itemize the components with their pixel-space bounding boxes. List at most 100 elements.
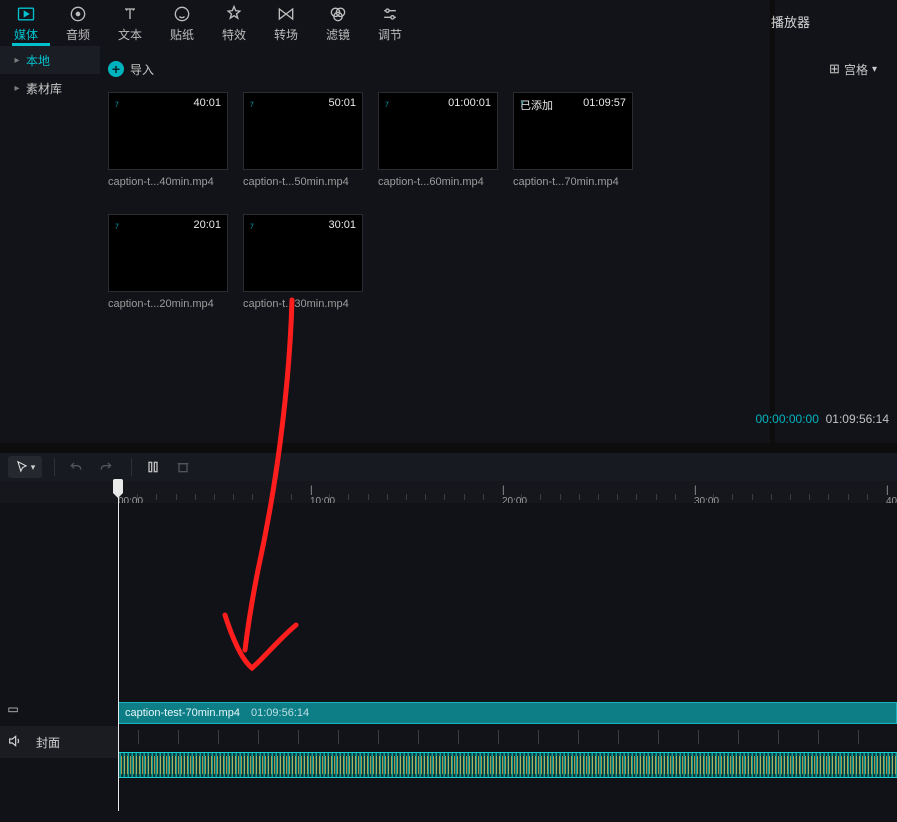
tab-effect[interactable]: 特效 [208, 0, 260, 46]
redo-button[interactable] [93, 456, 119, 478]
media-filename: caption-t...70min.mp4 [513, 176, 633, 188]
sidenav-label: 素材库 [26, 80, 62, 97]
tab-text[interactable]: 文本 [104, 0, 156, 46]
media-thumbnail[interactable]: ⁊ 50:01 [243, 92, 363, 170]
tab-sticker[interactable]: 贴纸 [156, 0, 208, 46]
ruler-minor-tick [713, 494, 714, 500]
ruler-minor-tick [752, 494, 753, 500]
separator [131, 458, 132, 476]
media-card[interactable]: ⁊ 30:01 caption-t...30min.mp4 [243, 214, 363, 310]
media-card[interactable]: ⁊已添加01:09:57caption-t...70min.mp4 [513, 92, 633, 188]
media-card[interactable]: ⁊40:01caption-t...40min.mp4 [108, 92, 228, 188]
view-mode-label: 宫格 [844, 61, 868, 78]
media-thumbnail[interactable]: ⁊20:01 [108, 214, 228, 292]
undo-button[interactable] [63, 456, 89, 478]
media-thumbnail[interactable]: ⁊已添加01:09:57 [513, 92, 633, 170]
playhead-handle[interactable] [113, 479, 123, 493]
ruler-minor-tick [848, 494, 849, 500]
ruler-minor-tick [156, 494, 157, 500]
media-filename: caption-t...30min.mp4 [243, 298, 363, 310]
clip-corner-icon: ⁊ [249, 99, 257, 107]
tab-transition[interactable]: 转场 [260, 0, 312, 46]
player-title: 播放器 [771, 12, 881, 31]
media-card[interactable]: ⁊ 50:01 caption-t...50min.mp4 [243, 92, 363, 188]
media-duration: 50:01 [328, 97, 356, 109]
ruler-minor-tick [406, 494, 407, 500]
ruler-minor-tick [867, 494, 868, 500]
separator [54, 458, 55, 476]
ruler-minor-tick [425, 494, 426, 500]
clip-name: caption-test-70min.mp4 [125, 707, 240, 719]
ruler-minor-tick [291, 494, 292, 500]
chevron-down-icon: ▾ [31, 462, 36, 473]
media-duration: 01:09:57 [583, 97, 626, 109]
chevron-right-icon: ▸ [12, 55, 22, 66]
tab-label: 媒体 [14, 26, 38, 43]
tab-label: 特效 [222, 26, 246, 43]
tab-filter[interactable]: 滤镜 [312, 0, 364, 46]
tab-audio[interactable]: 音频 [52, 0, 104, 46]
ruler-minor-tick [252, 494, 253, 500]
mute-icon[interactable] [0, 733, 30, 752]
player-tc-current: 00:00:00:00 [756, 412, 819, 426]
media-filename: caption-t...50min.mp4 [243, 176, 363, 188]
tab-label: 调节 [378, 26, 402, 43]
ruler-minor-tick [598, 494, 599, 500]
cursor-tool-button[interactable]: ▾ [8, 456, 42, 478]
clip-duration: 01:09:56:14 [251, 707, 309, 719]
grid-icon: ⊞ [829, 61, 838, 77]
ruler-minor-tick [790, 494, 791, 500]
ruler-minor-tick [828, 494, 829, 500]
clip-corner-icon: ⁊ [249, 221, 257, 229]
ruler-minor-tick [617, 494, 618, 500]
media-duration: 01:00:01 [448, 97, 491, 109]
added-badge: 已添加 [520, 97, 553, 113]
import-add-button[interactable]: + [108, 61, 124, 77]
chevron-down-icon: ▾ [872, 64, 877, 75]
audio-clip[interactable] [118, 752, 897, 778]
tab-adjust[interactable]: 调节 [364, 0, 416, 46]
tab-media[interactable]: 媒体 [0, 0, 52, 46]
tab-label: 滤镜 [326, 26, 350, 43]
ruler-minor-tick [272, 494, 273, 500]
cover-button[interactable]: 封面 [36, 734, 60, 751]
ruler-minor-tick [464, 494, 465, 500]
timeline-ruler[interactable]: | 00:00| 10:00| 20:00| 30:00| 40:00 [0, 481, 897, 503]
ruler-minor-tick [636, 494, 637, 500]
sidenav-label: 本地 [26, 52, 50, 69]
tab-label: 贴纸 [170, 26, 194, 43]
media-duration: 30:01 [328, 219, 356, 231]
split-button[interactable] [140, 456, 166, 478]
playhead[interactable] [118, 481, 119, 811]
frame-icon[interactable]: ▭ [4, 702, 22, 716]
media-card[interactable]: ⁊20:01caption-t...20min.mp4 [108, 214, 228, 310]
sidenav-item-local[interactable]: ▸ 本地 [0, 46, 100, 74]
ruler-minor-tick [387, 494, 388, 500]
ruler-minor-tick [771, 494, 772, 500]
ruler-minor-tick [444, 494, 445, 500]
view-mode-toggle[interactable]: ⊞ 宫格 ▾ [829, 61, 877, 78]
media-thumbnail[interactable]: ⁊ 30:01 [243, 214, 363, 292]
media-duration: 20:01 [193, 219, 221, 231]
chevron-right-icon: ▸ [12, 83, 22, 94]
ruler-minor-tick [233, 494, 234, 500]
ruler-minor-tick [809, 494, 810, 500]
media-card[interactable]: ⁊01:00:01 caption-t...60min.mp4 [378, 92, 498, 188]
side-nav: ▸ 本地 ▸ 素材库 [0, 46, 100, 102]
media-thumbnail[interactable]: ⁊01:00:01 [378, 92, 498, 170]
media-thumbnail[interactable]: ⁊40:01 [108, 92, 228, 170]
video-clip[interactable]: caption-test-70min.mp4 01:09:56:14 [118, 702, 897, 724]
tab-label: 音频 [66, 26, 90, 43]
track-header: ▭ 封面 [0, 726, 118, 758]
ruler-minor-tick [348, 494, 349, 500]
ruler-minor-tick [214, 494, 215, 500]
player-timecode: 00:00:00:00 01:09:56:14 [756, 412, 890, 426]
import-label[interactable]: 导入 [130, 61, 154, 78]
ruler-minor-tick [137, 494, 138, 500]
delete-button[interactable] [170, 456, 196, 478]
ruler-minor-tick [195, 494, 196, 500]
media-filename: caption-t...60min.mp4 [378, 176, 498, 188]
ruler-minor-tick [579, 494, 580, 500]
timeline-toolbar: ▾ [0, 453, 897, 481]
sidenav-item-library[interactable]: ▸ 素材库 [0, 74, 100, 102]
